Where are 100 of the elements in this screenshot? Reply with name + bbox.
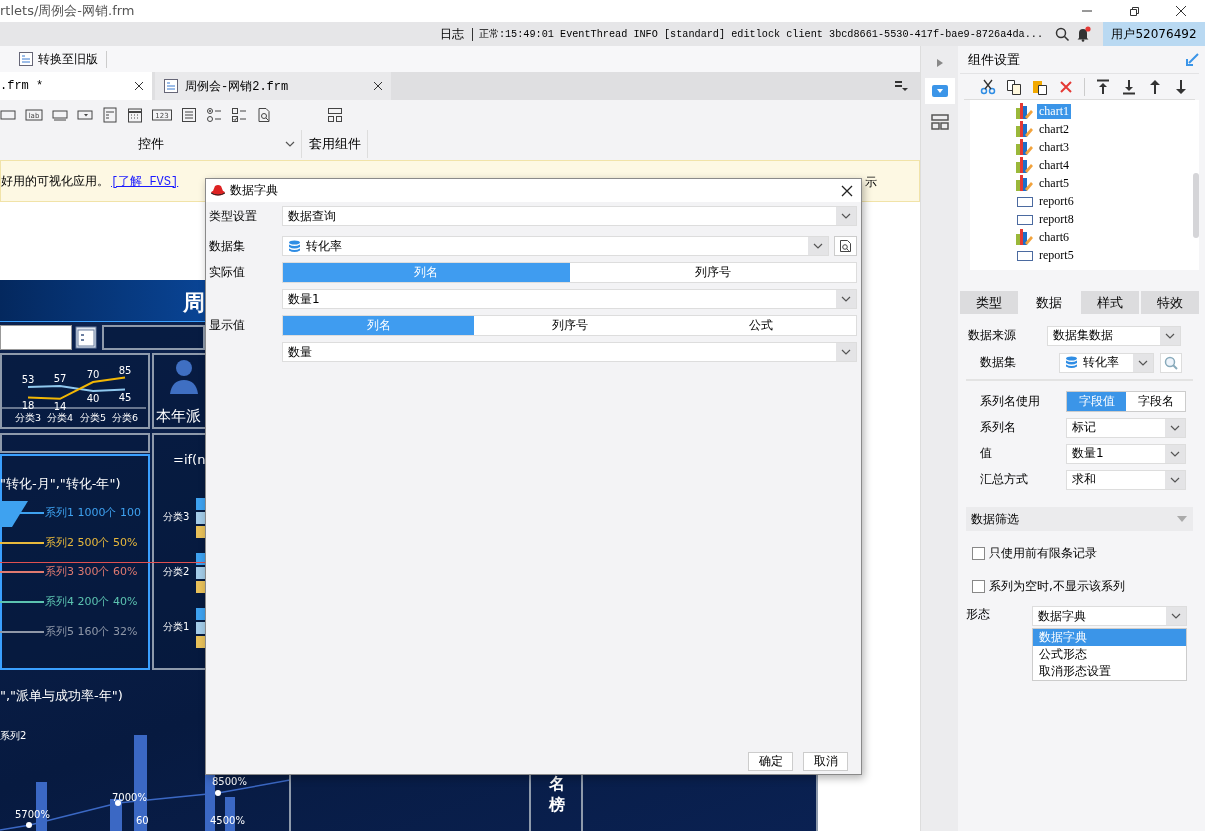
component-settings-button[interactable]: [924, 78, 955, 104]
calendar-icon[interactable]: [75, 326, 97, 349]
close-icon[interactable]: [1175, 5, 1187, 17]
dataset-select[interactable]: 转化率: [1059, 352, 1154, 373]
log-button[interactable]: 日志: [439, 27, 473, 41]
radio-group-widget-icon[interactable]: [206, 107, 222, 123]
paste-icon[interactable]: [1032, 78, 1048, 95]
expand-arrow-icon[interactable]: [935, 58, 944, 68]
settings-tab[interactable]: 类型: [960, 291, 1019, 314]
chart-icon: [1016, 175, 1034, 191]
ok-button[interactable]: 确定: [748, 752, 793, 771]
source-select[interactable]: 数据集数据: [1047, 325, 1181, 346]
database-icon: [288, 239, 301, 253]
cut-icon[interactable]: [980, 78, 996, 95]
checkbox-label: 只使用前有限条记录: [989, 544, 1097, 562]
preview-widget-icon[interactable]: [256, 107, 272, 123]
actual-value-toggle[interactable]: 列名 列序号: [282, 262, 857, 283]
expand-caret-icon[interactable]: [285, 141, 295, 147]
close-icon[interactable]: [134, 81, 144, 91]
restore-icon[interactable]: [1128, 5, 1140, 17]
component-tree-item[interactable]: chart5: [970, 174, 1189, 192]
formula-text: =if(n: [173, 452, 206, 467]
display-value-select[interactable]: 数量: [282, 342, 857, 362]
data-point: [115, 800, 121, 806]
layout-icon[interactable]: [930, 114, 949, 130]
close-icon[interactable]: [841, 184, 853, 197]
calendar-widget-icon[interactable]: [127, 107, 143, 123]
chevron-down-icon[interactable]: [841, 349, 851, 355]
dataset-select[interactable]: 转化率: [282, 236, 829, 256]
menu-item[interactable]: 取消形态设置: [1033, 663, 1186, 680]
chevron-down-icon[interactable]: [1170, 424, 1180, 431]
learn-more-link[interactable]: [了解 FVS]: [111, 172, 179, 190]
chevron-down-icon[interactable]: [841, 296, 851, 302]
form-select[interactable]: 数据字典: [1032, 606, 1187, 626]
chart-title: "转化-月","转化-年"): [0, 475, 121, 493]
copy-icon[interactable]: [1006, 78, 1022, 95]
checkbox-group-widget-icon[interactable]: [231, 107, 247, 123]
chevron-down-icon[interactable]: [1165, 332, 1175, 339]
dropdown-widget-icon[interactable]: [77, 107, 93, 123]
move-to-bottom-icon[interactable]: [1121, 78, 1137, 95]
mapping-select[interactable]: 求和: [1066, 469, 1186, 490]
field-label: 数据集: [979, 354, 1017, 371]
display-value-toggle[interactable]: 列名 列序号 公式: [282, 315, 857, 336]
component-tree-item[interactable]: report6: [970, 192, 1189, 210]
checkbox[interactable]: [972, 579, 985, 593]
axis-label: 分类5: [80, 412, 106, 423]
file-tab[interactable]: 周例会-网销2.frm: [155, 72, 391, 100]
actual-value-select[interactable]: 数量1: [282, 289, 857, 309]
switch-version-button[interactable]: 转换至旧版: [18, 50, 107, 68]
filter-section-header[interactable]: 数据筛选: [966, 507, 1193, 531]
date-input-field[interactable]: [0, 325, 72, 350]
field-label: 汇总方式: [979, 471, 1029, 488]
preview-button[interactable]: [834, 236, 857, 256]
menu-item[interactable]: 公式形态: [1033, 646, 1186, 663]
mapping-select[interactable]: 数量1: [1066, 443, 1186, 464]
type-select[interactable]: 数据查询: [282, 206, 857, 226]
series-name-toggle[interactable]: 字段值 字段名: [1066, 391, 1186, 412]
data-label: 53: [21, 374, 35, 386]
settings-tab[interactable]: 特效: [1140, 291, 1199, 314]
legend-label: 系列5 160个 32%: [45, 623, 138, 639]
search-icon: [1164, 355, 1178, 370]
data-label: 40: [86, 393, 100, 404]
move-to-top-icon[interactable]: [1095, 78, 1111, 95]
component-tree-item[interactable]: report8: [970, 210, 1189, 228]
user-name[interactable]: 用户52076492: [1103, 22, 1205, 46]
file-tab[interactable]: .frm *: [0, 72, 152, 100]
text-area-widget-icon[interactable]: [181, 107, 197, 123]
legend-label: 系列3 300个 60%: [45, 564, 138, 580]
chevron-down-icon[interactable]: [1138, 359, 1148, 366]
component-tree-item[interactable]: chart3: [970, 138, 1189, 156]
group-label: 套用组件: [308, 135, 361, 153]
checkbox[interactable]: [972, 546, 985, 560]
close-notice-link[interactable]: 示: [865, 174, 877, 191]
field-label: 系列名: [979, 419, 1017, 436]
chevron-down-icon[interactable]: [841, 213, 851, 219]
search-icon[interactable]: [1055, 26, 1070, 42]
layout-widget-icon[interactable]: [327, 107, 343, 123]
component-tree-item[interactable]: report5: [970, 246, 1189, 264]
pin-icon[interactable]: [1185, 52, 1199, 67]
bell-icon[interactable]: [1076, 26, 1091, 42]
mapping-select[interactable]: 标记: [1066, 417, 1186, 438]
avatar-caption: 本年派: [156, 407, 201, 426]
chevron-down-icon[interactable]: [1170, 476, 1180, 483]
tab-list-icon[interactable]: [894, 80, 908, 92]
close-icon[interactable]: [373, 81, 383, 91]
chevron-down-icon[interactable]: [1170, 450, 1180, 457]
settings-tab[interactable]: 样式: [1080, 291, 1139, 314]
chevron-down-icon[interactable]: [813, 243, 823, 249]
component-tree-item[interactable]: chart6: [970, 228, 1189, 246]
document-icon: [163, 78, 179, 94]
caret-icon: [1177, 516, 1187, 522]
axis-label: 分类6: [112, 412, 138, 423]
field-label: 类型设置: [209, 207, 258, 225]
chevron-down-icon[interactable]: [1171, 613, 1181, 619]
component-tree-item[interactable]: chart2: [970, 120, 1189, 138]
bar-group-drawing: [196, 498, 205, 540]
field-label: 实际值: [209, 264, 246, 281]
component-tree-item[interactable]: chart4: [970, 156, 1189, 174]
delete-icon[interactable]: [1058, 78, 1074, 95]
cancel-button[interactable]: 取消: [803, 752, 848, 771]
